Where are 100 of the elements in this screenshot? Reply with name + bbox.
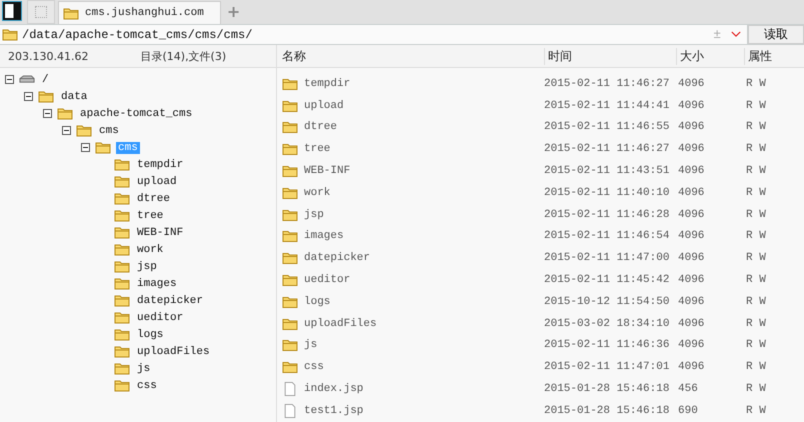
file-name[interactable]: js <box>304 339 318 352</box>
collapse-toggle[interactable] <box>81 143 90 152</box>
file-attributes: R W <box>746 230 767 242</box>
tree-item[interactable]: work <box>135 244 166 256</box>
file-attributes: R W <box>746 274 767 286</box>
collapse-toggle[interactable] <box>5 75 14 84</box>
file-size: 4096 <box>678 121 706 134</box>
modified-time: 2015-02-11 11:46:36 <box>544 339 670 352</box>
dropdown-icon[interactable] <box>731 31 741 38</box>
folder-icon <box>76 124 92 137</box>
tree-item[interactable]: dtree <box>135 192 172 204</box>
file-size: 4096 <box>678 165 706 178</box>
modified-time: 2015-02-11 11:43:51 <box>544 165 670 178</box>
read-button[interactable]: 读取 <box>748 25 804 44</box>
file-name[interactable]: css <box>304 361 324 374</box>
file-attributes: R W <box>746 165 767 178</box>
file-size: 4096 <box>678 274 706 286</box>
file-name[interactable]: tree <box>304 143 330 156</box>
browser-tab[interactable]: cms.jushanghui.com <box>58 1 221 24</box>
panel-toggle-icon[interactable] <box>3 2 21 20</box>
tree-item[interactable]: apache-tomcat_cms <box>78 108 194 120</box>
file-attributes: R W <box>746 143 767 156</box>
folder-icon <box>282 360 298 374</box>
dotted-square-icon[interactable] <box>27 0 55 24</box>
modified-time: 2015-01-28 15:46:18 <box>544 383 670 396</box>
file-name[interactable]: datepicker <box>304 252 370 264</box>
column-header[interactable]: 属性 <box>744 48 794 64</box>
file-name[interactable]: dtree <box>304 121 338 134</box>
file-attributes: R W <box>746 121 767 134</box>
file-attributes: R W <box>746 318 767 330</box>
folder-icon <box>114 379 130 392</box>
folder-icon <box>114 158 130 171</box>
item-count: 目录(14),文件(3) <box>140 48 226 64</box>
file-name[interactable]: uploadFiles <box>304 318 377 330</box>
file-size: 4096 <box>678 252 706 264</box>
tree-item[interactable]: logs <box>135 328 166 340</box>
file-name[interactable]: logs <box>304 296 330 308</box>
tree-item[interactable]: WEB-INF <box>135 226 186 238</box>
file-size: 4096 <box>678 208 706 221</box>
tree-item[interactable]: jsp <box>135 260 159 272</box>
folder-icon <box>282 186 298 200</box>
file-name[interactable]: index.jsp <box>304 383 364 396</box>
folder-icon <box>282 251 298 266</box>
folder-icon <box>282 316 298 331</box>
file-name[interactable]: ueditor <box>304 274 350 286</box>
file-attributes: R W <box>746 78 767 90</box>
modified-time: 2015-02-11 11:44:41 <box>544 100 670 112</box>
file-name[interactable]: tempdir <box>304 78 350 90</box>
folder-icon <box>114 345 130 358</box>
folder-icon <box>282 338 298 352</box>
folder-icon <box>114 226 130 239</box>
folder-icon <box>282 98 298 113</box>
file-name[interactable]: test1.jsp <box>304 404 364 417</box>
folder-icon <box>282 229 298 244</box>
tree-item[interactable]: / <box>40 74 51 86</box>
file-size: 4096 <box>678 143 706 156</box>
tree-item[interactable]: images <box>135 278 179 290</box>
tree-item[interactable]: tempdir <box>135 158 186 170</box>
tree-item[interactable]: uploadFiles <box>135 346 212 358</box>
file-name[interactable]: work <box>304 186 330 199</box>
file-size: 456 <box>678 383 699 396</box>
file-attributes: R W <box>746 252 767 264</box>
collapse-toggle[interactable] <box>43 109 52 118</box>
file-icon <box>282 404 298 418</box>
collapse-toggle[interactable] <box>24 92 33 101</box>
tree-item[interactable]: ueditor <box>135 312 186 324</box>
folder-icon <box>114 277 130 290</box>
file-size: 4096 <box>678 186 706 199</box>
tree-item[interactable]: cms <box>97 124 121 136</box>
collapse-toggle[interactable] <box>62 126 71 135</box>
tree-item[interactable]: upload <box>135 176 179 188</box>
file-name[interactable]: images <box>304 230 344 242</box>
file-name[interactable]: upload <box>304 100 344 112</box>
tree-item[interactable]: js <box>135 362 152 374</box>
folder-icon <box>114 294 130 307</box>
tree-item[interactable]: datepicker <box>135 294 206 306</box>
folder-icon <box>2 28 18 41</box>
file-size: 4096 <box>678 100 706 112</box>
modified-time: 2015-02-11 11:47:00 <box>544 252 670 264</box>
file-attributes: R W <box>746 208 767 221</box>
column-header[interactable]: 时间 <box>544 48 676 64</box>
column-header[interactable]: 大小 <box>676 48 744 64</box>
tree-item[interactable]: data <box>59 90 90 102</box>
path-field[interactable]: /data/apache-tomcat_cms/cms/cms/ ± <box>0 25 748 44</box>
file-attributes: R W <box>746 100 767 112</box>
file-name[interactable]: jsp <box>304 208 324 221</box>
modified-time: 2015-02-11 11:40:10 <box>544 186 670 199</box>
file-attributes: R W <box>746 296 767 308</box>
column-header[interactable]: 名称 <box>277 48 544 64</box>
folder-icon <box>282 294 298 309</box>
file-name[interactable]: WEB-INF <box>304 165 350 178</box>
folder-icon <box>114 192 130 205</box>
file-size: 4096 <box>678 318 706 330</box>
folder-icon <box>114 175 130 188</box>
tree-item[interactable]: css <box>135 380 159 392</box>
folder-icon <box>282 120 298 134</box>
file-attributes: R W <box>746 361 767 374</box>
file-size: 4096 <box>678 296 706 308</box>
tree-item[interactable]: tree <box>135 210 166 222</box>
folder-icon <box>282 142 298 156</box>
